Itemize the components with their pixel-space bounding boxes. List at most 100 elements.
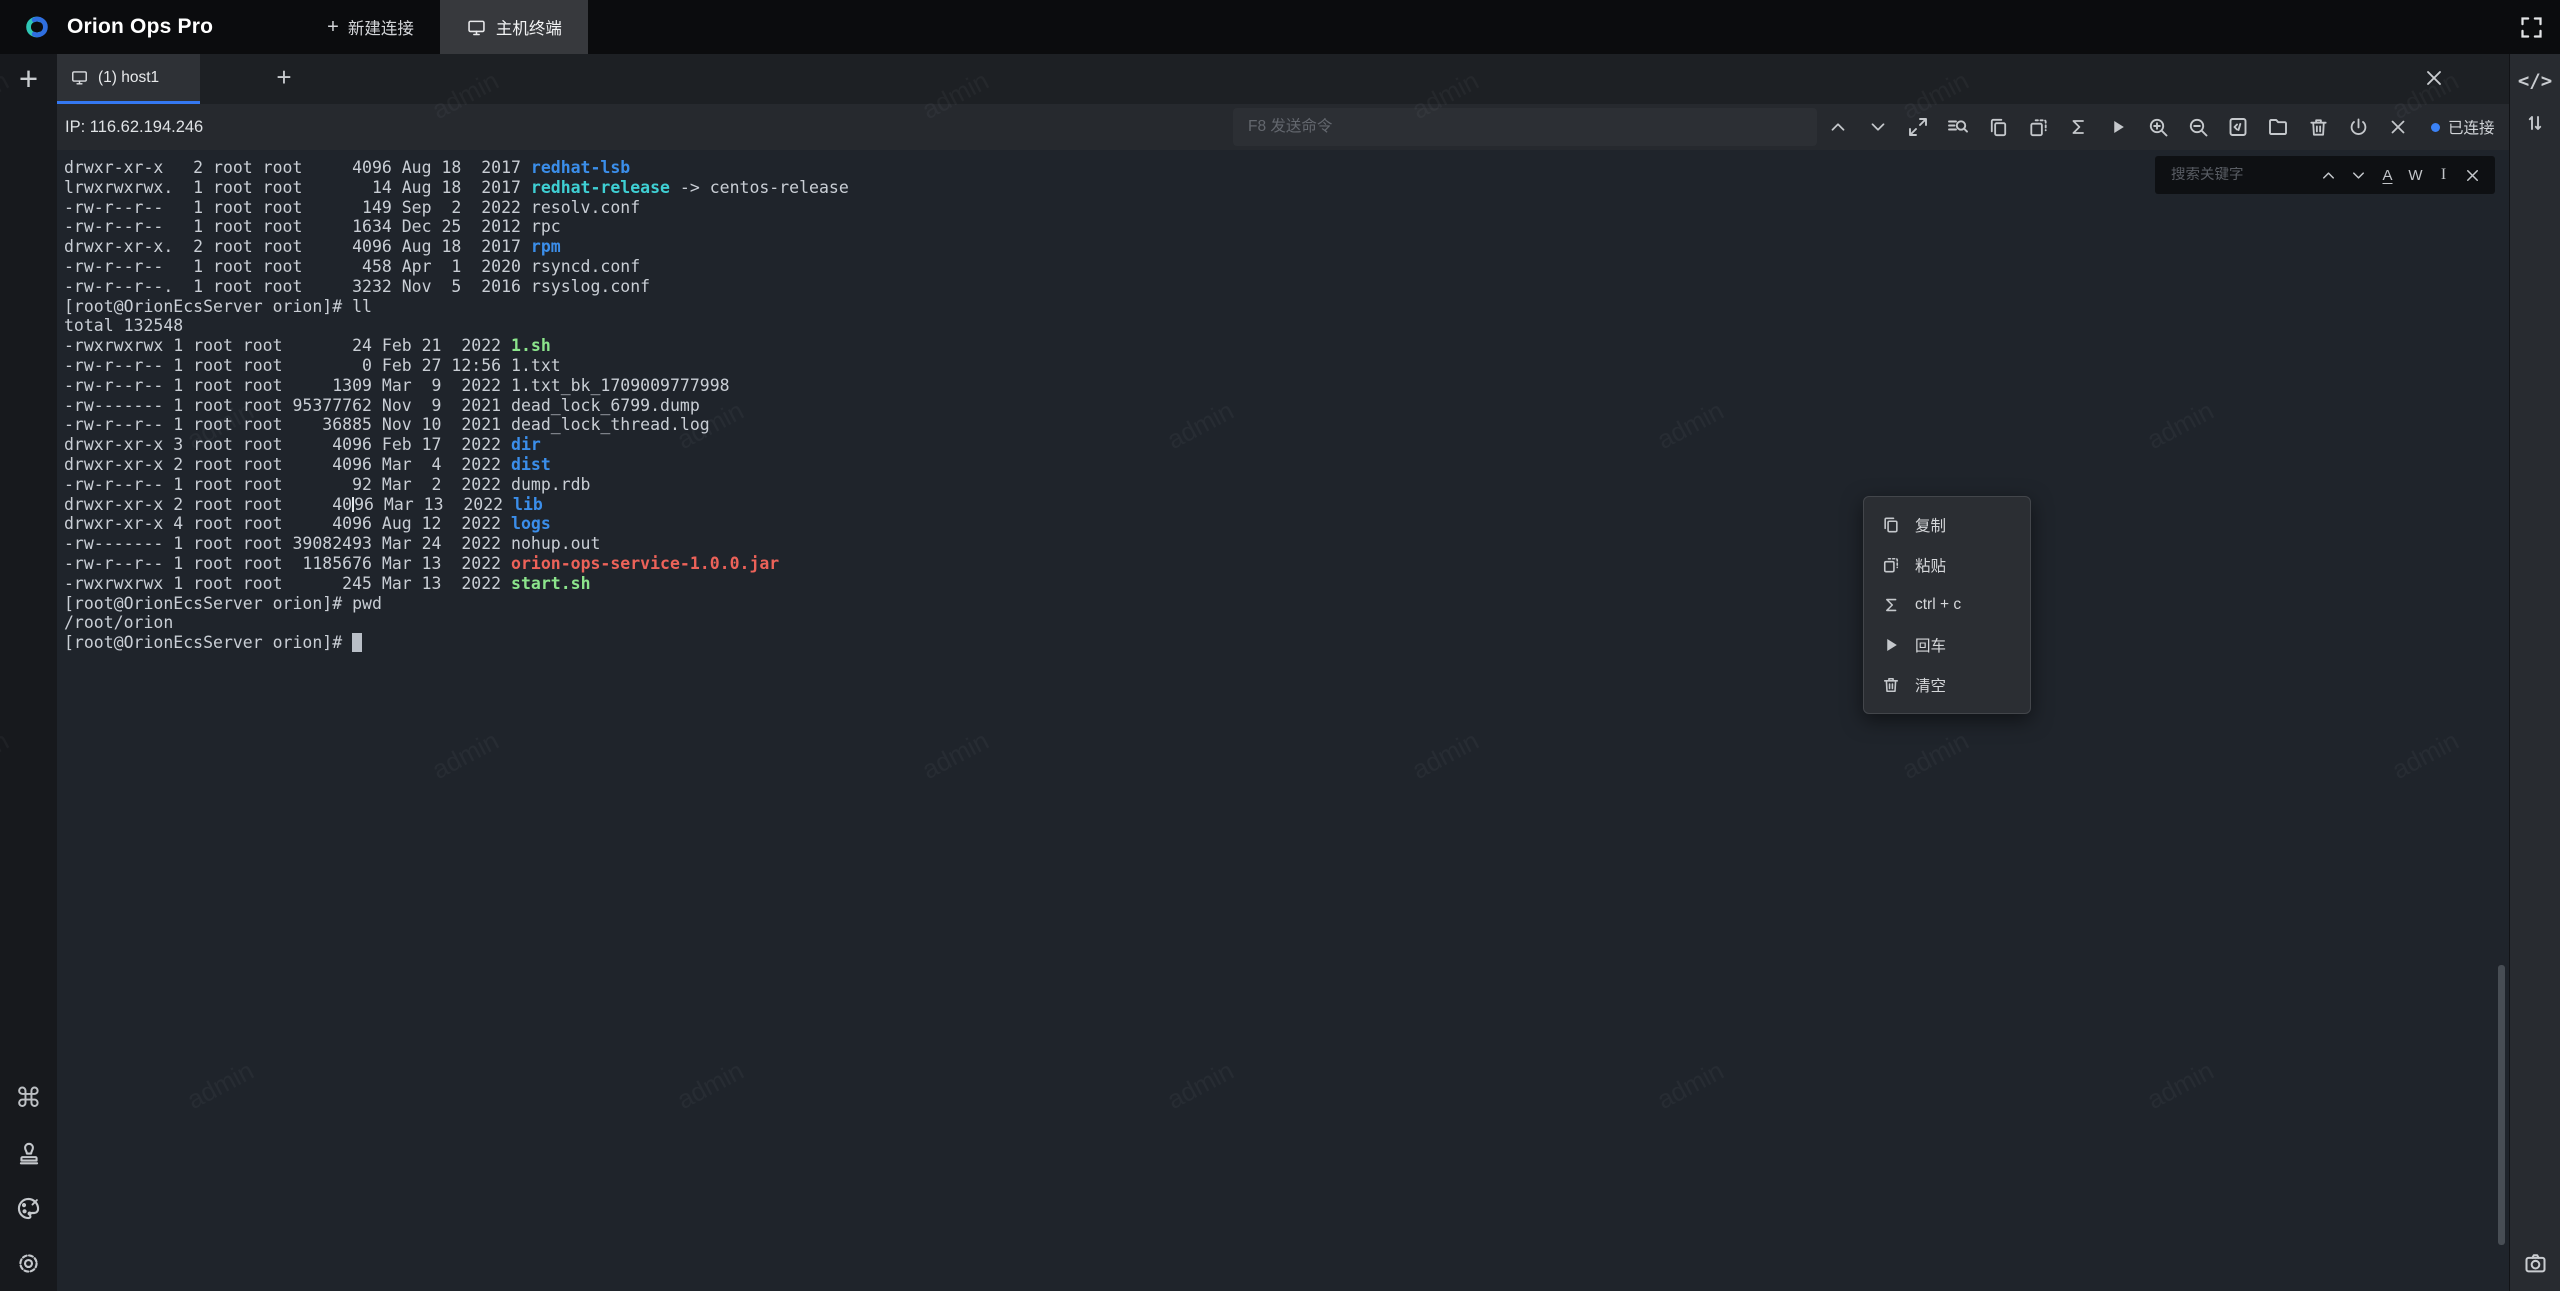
brand: Orion Ops Pro [18,8,213,46]
new-terminal-tab-button[interactable]: + [267,54,301,101]
settings-button[interactable] [15,1249,43,1277]
host-ip-label: IP: 116.62.194.246 [65,104,203,150]
top-bar: Orion Ops Pro + 新建连接 主机终端 [0,0,2560,54]
terminal-line: total 132548 [64,316,849,336]
context-menu-item-sigma[interactable]: ctrl + c [1864,585,2030,625]
terminal-tab-label: (1) host1 [98,69,159,87]
context-menu-item-copy[interactable]: 复制 [1864,505,2030,545]
chevron-up-icon [1827,116,1849,138]
trash-icon [1881,675,1901,695]
close-icon [2422,66,2446,90]
updown-arrows-icon [2523,111,2547,135]
copy-icon [1881,515,1901,535]
zoom-in-icon [2146,115,2170,139]
code-file-icon [2226,115,2250,139]
terminal-output: drwxr-xr-x 2 root root 4096 Aug 18 2017 … [64,158,849,653]
terminal-tab-host1[interactable]: (1) host1 [57,54,200,104]
terminal-line: -rw------- 1 root root 95377762 Nov 9 20… [64,396,849,416]
tab-host-terminal[interactable]: 主机终端 [440,0,588,54]
new-connection-label: 新建连接 [348,15,414,39]
terminal-context-menu: 复制粘贴 ctrl + c 回车清空 [1863,496,2031,714]
close-terminal-button[interactable] [2421,65,2447,91]
toolbar-play-button[interactable] [2105,114,2131,140]
terminal-line: drwxr-xr-x 2 root root 4096 Mar 13 2022 … [64,495,849,515]
toolbar-paste-button[interactable] [2025,114,2051,140]
toolbar-zoom-out-button[interactable] [2185,114,2211,140]
terminal-line: -rwxrwxrwx 1 root root 245 Mar 13 2022 s… [64,574,849,594]
context-menu-item-trash[interactable]: 清空 [1864,665,2030,705]
context-menu-item-paste[interactable]: 粘贴 [1864,545,2030,585]
terminal-line: -rw-r--r--. 1 root root 3232 Nov 5 2016 … [64,277,849,297]
context-menu-label: ctrl + c [1915,596,1961,614]
terminal-scrollbar-thumb[interactable] [2498,965,2505,1245]
toolbar-zoom-in-button[interactable] [2145,114,2171,140]
stamp-button[interactable] [15,1139,43,1167]
terminal-tab-bar: (1) host1 + [57,54,2509,104]
toolbar-power-button[interactable] [2345,114,2371,140]
context-menu-item-play[interactable]: 回车 [1864,625,2030,665]
fullscreen-icon [2518,14,2545,41]
search-history-icon [1946,115,1970,139]
top-nav: + 新建连接 主机终端 [301,0,588,54]
settings-icon [15,1250,42,1277]
toolbar-trash-button[interactable] [2305,114,2331,140]
terminal-line: -rwxrwxrwx 1 root root 24 Feb 21 2022 1.… [64,336,849,356]
toolbar-code-file-button[interactable] [2225,114,2251,140]
palette-icon [15,1195,42,1222]
left-sidebar: + ⌘ [0,54,57,1291]
toolbar-folder-button[interactable] [2265,114,2291,140]
chevron-down-icon [1867,116,1889,138]
toolbar-chevron-down-button[interactable] [1865,114,1891,140]
app-title: Orion Ops Pro [67,15,213,39]
close-icon [2387,116,2409,138]
scroll-updown-button[interactable] [2521,109,2549,137]
search-match-case-button[interactable]: A [2379,165,2396,185]
right-sidebar: </> [2509,54,2560,1291]
search-regex-button[interactable]: I [2435,165,2452,185]
sigma-icon [2067,116,2089,138]
toolbar-buttons: 已连接 [1825,104,2495,150]
orion-logo-icon [18,8,56,46]
palette-button[interactable] [15,1194,43,1222]
send-command-input[interactable] [1233,108,1817,146]
context-menu-label: 粘贴 [1915,554,1946,576]
stamp-icon [16,1140,42,1166]
copy-icon [1987,116,2010,139]
command-button[interactable]: ⌘ [15,1084,43,1112]
terminal-line: -rw------- 1 root root 39082493 Mar 24 2… [64,534,849,554]
terminal-line: -rw-r--r-- 1 root root 1185676 Mar 13 20… [64,554,849,574]
monitor-icon [70,68,89,87]
app-window: Orion Ops Pro + 新建连接 主机终端 + ⌘ [0,0,2560,1291]
search-buttons: AWI [2319,165,2482,185]
search-close-button[interactable] [2463,165,2482,185]
status-label: 已连接 [2448,116,2495,138]
status-dot-icon [2431,123,2440,132]
paste-icon [1881,555,1901,575]
toolbar-expand-button[interactable] [1905,114,1931,140]
power-icon [2347,116,2370,139]
search-next-button[interactable] [2349,165,2368,185]
search-prev-button[interactable] [2319,165,2338,185]
search-input[interactable] [2155,167,2319,183]
toolbar-close-button[interactable] [2385,114,2411,140]
screenshot-button[interactable] [2521,1249,2549,1277]
terminal-line: -rw-r--r-- 1 root root 0 Feb 27 12:56 1.… [64,356,849,376]
terminal-line: [root@OrionEcsServer orion]# pwd [64,594,849,614]
terminal-line: lrwxrwxrwx. 1 root root 14 Aug 18 2017 r… [64,178,849,198]
toolbar-sigma-button[interactable] [2065,114,2091,140]
fullscreen-button[interactable] [2518,14,2545,41]
terminal-screen[interactable]: drwxr-xr-x 2 root root 4096 Aug 18 2017 … [57,150,2509,1291]
context-menu-label: 复制 [1915,514,1946,536]
toolbar-search-history-button[interactable] [1945,114,1971,140]
terminal-line: /root/orion [64,613,849,633]
add-terminal-button[interactable]: + [19,62,38,95]
code-panel-button[interactable]: </> [2518,70,2552,92]
left-sidebar-bottom: ⌘ [15,1084,43,1277]
search-whole-word-button[interactable]: W [2407,165,2424,185]
play-icon [2108,117,2128,137]
toolbar-chevron-up-button[interactable] [1825,114,1851,140]
terminal-line: -rw-r--r-- 1 root root 1309 Mar 9 2022 1… [64,376,849,396]
new-connection-button[interactable]: + 新建连接 [301,0,440,54]
toolbar-copy-button[interactable] [1985,114,2011,140]
connection-status: 已连接 [2431,116,2495,138]
